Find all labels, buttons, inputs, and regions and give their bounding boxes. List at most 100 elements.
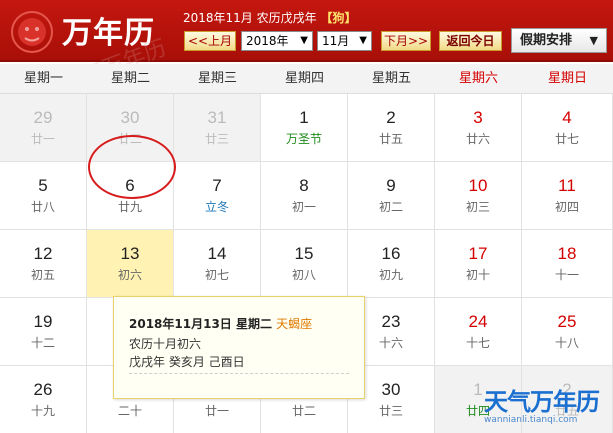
day-number: 8 bbox=[299, 176, 309, 195]
popup-ganzhi: 戊戌年 癸亥月 己酉日 bbox=[129, 355, 245, 369]
popup-zodiac-sign: 天蝎座 bbox=[276, 317, 313, 331]
lunar-day: 初十 bbox=[465, 268, 490, 282]
day-cell[interactable]: 14 初七 bbox=[174, 230, 261, 298]
day-cell[interactable]: 31 廿三 bbox=[174, 94, 261, 162]
lunar-day: 初六 bbox=[117, 268, 142, 282]
day-number: 9 bbox=[386, 176, 396, 195]
year-select[interactable]: 2018年 ▼ bbox=[241, 31, 313, 51]
day-number: 14 bbox=[207, 244, 227, 263]
day-cell[interactable]: 4 廿七 bbox=[522, 94, 613, 162]
lunar-day: 廿二 bbox=[117, 132, 142, 146]
lunar-day: 廿五 bbox=[378, 132, 403, 146]
day-cell[interactable]: 18 十一 bbox=[522, 230, 613, 298]
day-cell[interactable]: 3 廿六 bbox=[435, 94, 522, 162]
day-cell[interactable]: 29 廿一 bbox=[0, 94, 87, 162]
day-number: 26 bbox=[33, 380, 53, 399]
lunar-day: 廿七 bbox=[554, 132, 579, 146]
lunar-day: 二十 bbox=[117, 404, 142, 418]
day-cell[interactable]: 9 初二 bbox=[348, 162, 435, 230]
watermark-url: wannianli.tianqi.com bbox=[484, 415, 578, 425]
header-bar: 万年历 2018年11月 农历戊戌年 【狗】 <<上月 2018年 ▼ 11月 … bbox=[0, 0, 613, 62]
popup-lunar-date: 农历十月初六 bbox=[129, 337, 202, 351]
day-cell[interactable]: 6 廿九 bbox=[87, 162, 174, 230]
day-number: 11 bbox=[558, 176, 576, 195]
lunar-day: 初九 bbox=[378, 268, 403, 282]
lunar-day: 廿一 bbox=[204, 404, 229, 418]
day-cell[interactable]: 2 廿五 bbox=[348, 94, 435, 162]
today-cell[interactable]: 13 初六 bbox=[87, 230, 174, 298]
festival-label: 万圣节 bbox=[285, 132, 322, 146]
day-cell[interactable]: 11 初四 bbox=[522, 162, 613, 230]
prev-month-button[interactable]: <<上月 bbox=[184, 31, 236, 51]
lunar-day: 初八 bbox=[291, 268, 316, 282]
lunar-day: 廿八 bbox=[30, 200, 55, 214]
dog-logo-icon bbox=[11, 11, 53, 53]
day-number: 1 bbox=[299, 108, 309, 127]
holiday-schedule-label: 假期安排 bbox=[520, 33, 573, 48]
day-number: 31 bbox=[207, 108, 227, 127]
day-number: 29 bbox=[33, 108, 53, 127]
lunar-day: 初七 bbox=[204, 268, 229, 282]
zodiac-label: 【狗】 bbox=[320, 11, 357, 25]
lunar-day: 十八 bbox=[554, 336, 579, 350]
day-cell[interactable]: 12 初五 bbox=[0, 230, 87, 298]
day-cell[interactable]: 25 十八 bbox=[522, 298, 613, 366]
day-cell[interactable]: 7 立冬 bbox=[174, 162, 261, 230]
day-cell[interactable]: 15 初八 bbox=[261, 230, 348, 298]
lunar-day: 廿二 bbox=[291, 404, 316, 418]
day-number: 30 bbox=[120, 108, 140, 127]
app-title: 万年历 bbox=[62, 16, 155, 51]
lunar-day: 十二 bbox=[30, 336, 55, 350]
chevron-down-icon: ▼ bbox=[359, 35, 367, 46]
day-cell[interactable]: 26 十九 bbox=[0, 366, 87, 433]
day-number: 2 bbox=[386, 108, 396, 127]
month-year-label: 2018年11月 农历戊戌年 bbox=[183, 11, 317, 25]
day-cell[interactable]: 16 初九 bbox=[348, 230, 435, 298]
day-number: 3 bbox=[473, 108, 483, 127]
chevron-down-icon: ▼ bbox=[589, 34, 598, 47]
day-number: 17 bbox=[468, 244, 488, 263]
day-cell[interactable]: 10 初三 bbox=[435, 162, 522, 230]
day-number: 10 bbox=[468, 176, 488, 195]
day-cell[interactable]: 17 初十 bbox=[435, 230, 522, 298]
day-number: 5 bbox=[38, 176, 48, 195]
popup-date: 2018年11月13日 星期二 bbox=[129, 317, 272, 331]
day-cell[interactable]: 5 廿八 bbox=[0, 162, 87, 230]
lunar-day: 廿一 bbox=[30, 132, 55, 146]
back-to-today-button[interactable]: 返回今日 bbox=[439, 31, 502, 51]
lunar-day: 初一 bbox=[291, 200, 316, 214]
day-number: 6 bbox=[125, 176, 135, 195]
lunar-day: 廿六 bbox=[465, 132, 490, 146]
day-number: 24 bbox=[468, 312, 488, 331]
month-select[interactable]: 11月 ▼ bbox=[317, 31, 372, 51]
day-cell[interactable]: 1 万圣节 bbox=[261, 94, 348, 162]
popup-date-line: 2018年11月13日 星期二 天蝎座 bbox=[129, 315, 312, 332]
day-cell[interactable]: 30 廿二 bbox=[87, 94, 174, 162]
lunar-day: 十九 bbox=[30, 404, 55, 418]
weekday-sat: 星期六 bbox=[458, 71, 498, 86]
holiday-schedule-dropdown[interactable]: 假期安排 ▼ bbox=[511, 28, 607, 53]
lunar-day: 廿九 bbox=[117, 200, 142, 214]
day-number: 16 bbox=[381, 244, 401, 263]
day-number: 12 bbox=[33, 244, 53, 263]
year-select-value: 2018年 bbox=[246, 34, 289, 48]
next-month-button[interactable]: 下月>> bbox=[381, 31, 431, 51]
lunar-day: 廿三 bbox=[204, 132, 229, 146]
lunar-day: 初二 bbox=[378, 200, 403, 214]
weekday-wed: 星期三 bbox=[197, 71, 237, 86]
weekday-sun: 星期日 bbox=[547, 71, 587, 86]
lunar-day: 初五 bbox=[30, 268, 55, 282]
lunar-day: 十一 bbox=[554, 268, 579, 282]
day-number: 19 bbox=[33, 312, 53, 331]
day-cell[interactable]: 24 十七 bbox=[435, 298, 522, 366]
day-cell[interactable]: 19 十二 bbox=[0, 298, 87, 366]
lunar-day: 初四 bbox=[554, 200, 579, 214]
watermark-brand: 天气万年历 bbox=[484, 388, 600, 416]
lunar-day: 十七 bbox=[465, 336, 490, 350]
day-number: 13 bbox=[120, 244, 140, 263]
weekday-header: 星期一 星期二 星期三 星期四 星期五 星期六 星期日 bbox=[0, 64, 613, 94]
weekday-fri: 星期五 bbox=[371, 71, 411, 86]
month-select-value: 11月 bbox=[322, 34, 350, 48]
day-number: 25 bbox=[557, 312, 577, 331]
day-cell[interactable]: 8 初一 bbox=[261, 162, 348, 230]
